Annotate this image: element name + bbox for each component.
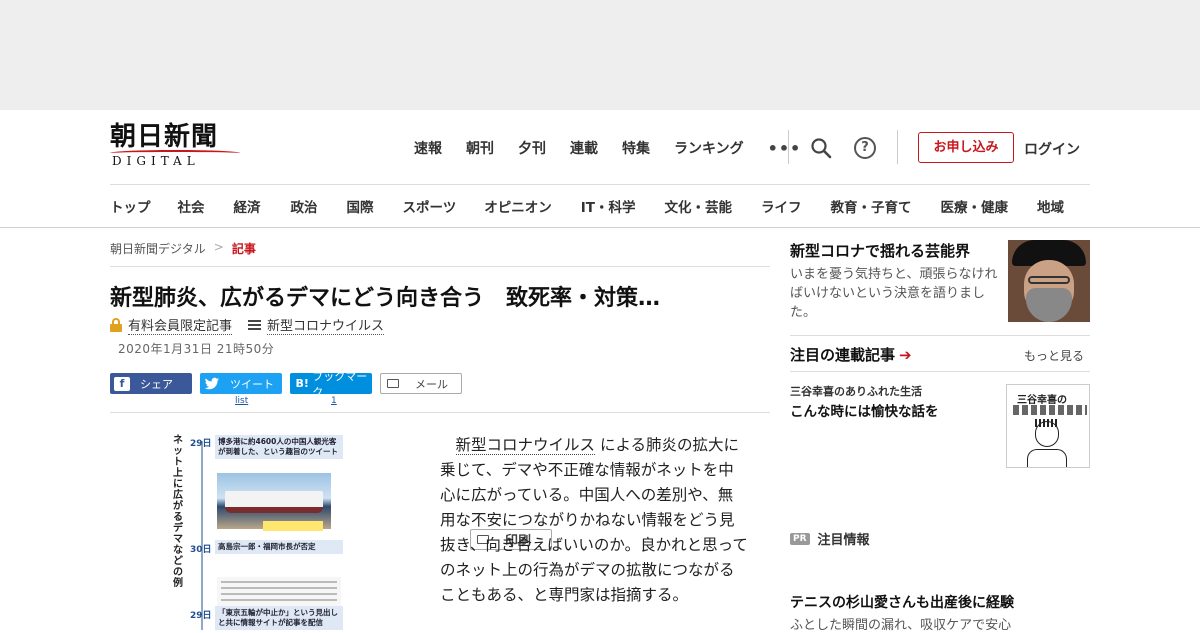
divider [110, 412, 770, 413]
series-column-name[interactable]: 三谷幸喜のありふれた生活 [790, 383, 922, 399]
article-meta: 有料会員限定記事 新型コロナウイルス [110, 315, 385, 335]
hatena-icon: B! [295, 376, 309, 390]
cat-region[interactable]: 地域 [1037, 196, 1064, 216]
mail-icon [387, 379, 399, 388]
cat-it-science[interactable]: IT・科学 [581, 196, 636, 216]
logo-kanji: 朝日新聞 [110, 122, 219, 152]
cat-politics[interactable]: 政治 [291, 196, 318, 216]
featured-description: いまを憂う気持ちと、頑張らなければいけないという決意を語りました。 [790, 267, 998, 320]
breadcrumb-separator: > [213, 240, 224, 254]
topic-link[interactable]: 新型コロナウイルス [267, 315, 385, 335]
figure-day: 29日 [190, 611, 212, 621]
article-headline: 新型肺炎、広がるデマにどう向き合う 致死率・対策… [110, 286, 661, 311]
topnav-features[interactable]: 特集 [622, 138, 650, 158]
topnav-ranking[interactable]: ランキング [674, 138, 744, 158]
topnav-morning[interactable]: 朝刊 [466, 138, 494, 158]
more-link[interactable]: もっと見る [1024, 347, 1084, 364]
cat-economy[interactable]: 経済 [234, 196, 261, 216]
cat-opinion[interactable]: オピニオン [484, 196, 552, 216]
illustration-title: 三谷幸喜の [1017, 395, 1067, 406]
publish-date: 2020年1月31日 21時50分 [118, 342, 275, 356]
figure-vertical-title: ネット上に広がるデマなどの例 [173, 435, 183, 589]
figure-day: 30日 [190, 545, 212, 555]
figure-caption: 「東京五輪が中止か」という見出しと共に情報サイトが記事を配信 [215, 606, 343, 630]
tweet-button[interactable]: ツイート [200, 373, 282, 394]
facebook-share-label: シェア [140, 377, 173, 391]
cat-education[interactable]: 教育・子育て [830, 196, 911, 216]
top-nav: 速報 朝刊 夕刊 連載 特集 ランキング ••• [414, 138, 801, 158]
member-only-link[interactable]: 有料会員限定記事 [128, 315, 233, 335]
lock-icon [110, 318, 122, 332]
mail-label: メール [415, 377, 448, 391]
tweet-label: ツイート [230, 377, 274, 391]
figure-day: 29日 [190, 439, 212, 449]
pr-heading: 注目情報 [817, 533, 870, 548]
featured-photo[interactable] [1008, 240, 1090, 322]
featured-title[interactable]: 新型コロナで揺れる芸能界 [790, 240, 970, 261]
help-icon[interactable]: ? [854, 137, 876, 159]
bookmark-count[interactable]: 1 [331, 396, 337, 406]
cat-society[interactable]: 社会 [178, 196, 205, 216]
article-figure[interactable]: ネット上に広がるデマなどの例 29日 博多港に約4600人の中国人観光客が到着し… [173, 433, 345, 630]
search-icon[interactable] [810, 137, 832, 159]
divider [790, 335, 1090, 336]
breadcrumb-home[interactable]: 朝日新聞デジタル [110, 240, 206, 257]
twitter-bird-icon [204, 377, 219, 389]
divider [110, 266, 770, 267]
cat-health[interactable]: 医療・健康 [940, 196, 1008, 216]
cat-top[interactable]: トップ [110, 196, 151, 216]
article-body: 新型コロナウイルス による肺炎の拡大に乗じて、デマや不正確な情報がネットを中心に… [440, 433, 748, 608]
series-article-title[interactable]: こんな時には愉快な話を [790, 400, 939, 420]
cat-life[interactable]: ライフ [761, 196, 802, 216]
ad-banner-area [0, 0, 1200, 110]
series-heading[interactable]: 注目の連載記事 ➔ [790, 344, 912, 365]
pr-section-header: PR 注目情報 [790, 529, 870, 548]
pr-title[interactable]: テニスの杉山愛さんも出産後に経験 [790, 592, 1014, 612]
more-menu-icon[interactable]: ••• [768, 139, 802, 158]
series-heading-label: 注目の連載記事 [790, 346, 896, 364]
site-header: 朝日新聞 DIGITAL 速報 朝刊 夕刊 連載 特集 ランキング ••• ? … [0, 110, 1200, 228]
divider [788, 130, 789, 164]
series-illustration[interactable]: 三谷幸喜の [1006, 384, 1090, 468]
breadcrumb-current: 記事 [231, 242, 256, 256]
facebook-share-button[interactable]: f シェア [110, 373, 192, 394]
list-icon [248, 318, 262, 332]
figure-caption: 高島宗一郎・福岡市長が否定 [215, 540, 343, 554]
tweet-count[interactable]: list [235, 396, 248, 406]
hatena-label: ブックマーク [312, 369, 368, 399]
topnav-breaking[interactable]: 速報 [414, 138, 442, 158]
header-divider [110, 184, 1090, 185]
article-body-text: による肺炎の拡大に乗じて、デマや不正確な情報がネットを中心に広がっている。中国人… [440, 436, 748, 604]
cat-sports[interactable]: スポーツ [403, 196, 457, 216]
cat-culture[interactable]: 文化・芸能 [664, 196, 732, 216]
topic-inline-link[interactable]: 新型コロナウイルス [455, 436, 596, 455]
login-link[interactable]: ログイン [1024, 139, 1080, 159]
site-logo[interactable]: 朝日新聞 DIGITAL [110, 122, 242, 172]
topnav-evening[interactable]: 夕刊 [518, 138, 546, 158]
facebook-icon: f [114, 376, 130, 391]
arrow-right-icon: ➔ [899, 345, 912, 364]
photo-label [263, 521, 323, 531]
cat-international[interactable]: 国際 [347, 196, 374, 216]
logo-digital: DIGITAL [112, 154, 200, 168]
subscribe-button[interactable]: お申し込み [918, 132, 1014, 163]
breadcrumb: 朝日新聞デジタル > 記事 [110, 240, 256, 257]
divider [897, 130, 898, 164]
ship-shape [225, 491, 323, 513]
divider [790, 371, 1090, 372]
topnav-series[interactable]: 連載 [570, 138, 598, 158]
figure-caption: 博多港に約4600人の中国人観光客が到着した、という趣旨のツイート [215, 435, 343, 459]
hatena-bookmark-button[interactable]: B! ブックマーク [290, 370, 372, 399]
figure-timeline [201, 441, 203, 630]
mail-button[interactable]: メール [380, 373, 462, 394]
pr-badge: PR [790, 532, 810, 545]
category-nav: トップ 社会 経済 政治 国際 スポーツ オピニオン IT・科学 文化・芸能 ラ… [110, 196, 1110, 216]
pr-description: ふとした瞬間の漏れ、吸収ケアで安心 [790, 618, 1012, 633]
